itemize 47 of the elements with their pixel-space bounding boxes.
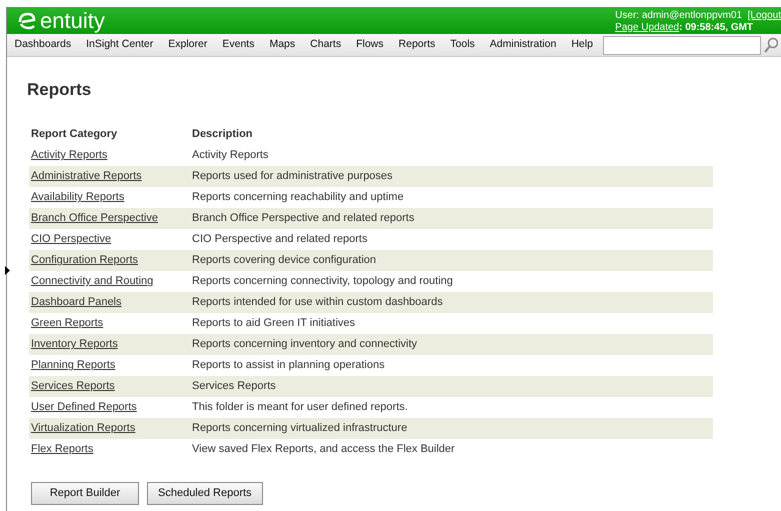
- description-text: Reports used for administrative purposes: [192, 170, 393, 182]
- description-text: View saved Flex Reports, and access the Flex Builder: [192, 443, 455, 456]
- description-text: This folder is meant for user defined reports.: [192, 401, 408, 414]
- report-category-link[interactable]: Activity Reports: [31, 149, 108, 162]
- nav-link[interactable]: Maps: [262, 37, 303, 53]
- action-button[interactable]: Scheduled Reports: [147, 482, 263, 505]
- description-text: Reports concerning inventory and connectivity: [192, 338, 418, 350]
- description-text: Reports intended for use within custom dashboards: [192, 296, 443, 308]
- description-text: Services Reports: [192, 380, 276, 392]
- user-label: User: admin@entlonppvm01: [615, 10, 742, 21]
- description-text: Reports covering device configuration: [192, 254, 376, 266]
- report-category-link[interactable]: Flex Reports: [31, 443, 94, 456]
- description-text: Reports to assist in planning operations: [192, 359, 385, 372]
- nav-link[interactable]: Help: [564, 37, 600, 53]
- nav-link[interactable]: Administration: [482, 37, 564, 53]
- pointer-icon: [5, 266, 10, 275]
- nav-link[interactable]: InSight Center: [78, 37, 161, 53]
- description-text: Reports to aid Green IT initiatives: [192, 317, 356, 330]
- nav-link[interactable]: Reports: [391, 37, 443, 53]
- nav-link[interactable]: Dashboards: [7, 37, 79, 53]
- search-icon[interactable]: [764, 37, 778, 53]
- report-category-link[interactable]: Connectivity and Routing: [31, 275, 154, 288]
- report-category-link[interactable]: CIO Perspective: [31, 233, 112, 246]
- page-title: Reports: [27, 79, 92, 101]
- report-category-link[interactable]: User Defined Reports: [31, 401, 137, 414]
- logo-swoosh-icon: [17, 12, 37, 30]
- search-field[interactable]: [603, 36, 762, 54]
- page-updated-label: Page Updated: [615, 22, 680, 32]
- nav-link[interactable]: Events: [214, 37, 262, 53]
- nav-link[interactable]: Charts: [302, 37, 349, 53]
- report-category-link[interactable]: Green Reports: [31, 317, 104, 330]
- column-header: Description: [192, 128, 253, 140]
- page-updated-time: : 09:58:45, GMT: [679, 22, 754, 32]
- description-text: Branch Office Perspective and related reports: [192, 212, 414, 224]
- column-header: Report Category: [31, 128, 118, 140]
- description-text: Activity Reports: [192, 149, 268, 162]
- nav-link[interactable]: Explorer: [160, 37, 215, 53]
- logo-text: entuity: [40, 8, 105, 34]
- description-text: CIO Perspective and related reports: [192, 233, 368, 246]
- report-category-link[interactable]: Planning Reports: [31, 359, 116, 372]
- nav-link[interactable]: Tools: [442, 37, 482, 53]
- nav-link[interactable]: Flows: [348, 37, 392, 53]
- action-button[interactable]: Report Builder: [31, 482, 139, 505]
- description-text: Reports concerning virtualized infrastructure: [192, 422, 408, 434]
- report-category-link[interactable]: Availability Reports: [31, 191, 124, 204]
- description-text: Reports concerning connectivity, topology and routing: [192, 275, 453, 288]
- description-text: Reports concerning reachability and uptime: [192, 191, 404, 204]
